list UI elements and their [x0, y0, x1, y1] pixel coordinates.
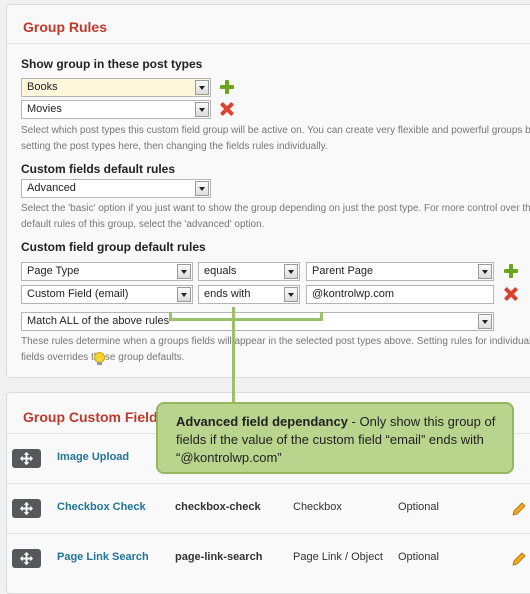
table-row: Checkbox Check checkbox-check Checkbox O…	[7, 483, 530, 534]
default-rules-description: Select the 'basic' option if you just wa…	[21, 203, 530, 230]
post-types-label: Show group in these post types	[21, 57, 203, 71]
chevron-down-icon	[284, 264, 298, 279]
chevron-down-icon	[177, 264, 191, 279]
chevron-down-icon	[195, 102, 209, 117]
callout-title: Advanced field dependancy	[176, 414, 348, 429]
table-row: Page Link Search page-link-search Page L…	[7, 533, 530, 584]
pencil-icon[interactable]	[512, 552, 526, 566]
remove-icon[interactable]	[504, 287, 518, 301]
move-icon[interactable]	[12, 549, 41, 568]
post-types-description: Select which post types this custom fiel…	[21, 125, 530, 152]
chevron-down-icon	[284, 287, 298, 302]
chevron-down-icon	[195, 80, 209, 95]
divider	[7, 43, 530, 44]
group-fields-title: Group Custom Fields	[23, 409, 166, 425]
rule-field-select[interactable]: Page Type	[21, 262, 193, 281]
field-name-link[interactable]: Image Upload	[57, 451, 129, 463]
default-rules-label: Custom fields default rules	[21, 162, 176, 176]
post-type-select-books[interactable]: Books	[21, 78, 211, 97]
remove-icon[interactable]	[220, 102, 234, 116]
field-name-link[interactable]: Checkbox Check	[57, 501, 146, 513]
move-icon[interactable]	[12, 449, 41, 468]
rule-value-select[interactable]: Parent Page	[306, 262, 494, 281]
rule-field-select[interactable]: Custom Field (email)	[21, 285, 193, 304]
rule-value-input[interactable]: @kontrolwp.com	[306, 285, 494, 304]
pencil-icon[interactable]	[512, 502, 526, 516]
post-type-select-movies[interactable]: Movies	[21, 100, 211, 119]
field-required: Optional	[398, 501, 439, 513]
group-default-rules-label: Custom field group default rules	[21, 240, 206, 254]
chevron-down-icon	[478, 264, 492, 279]
group-rules-title: Group Rules	[23, 19, 108, 35]
move-icon[interactable]	[12, 499, 41, 518]
field-required: Optional	[398, 551, 439, 563]
feature-callout: Advanced field dependancy - Only show th…	[156, 402, 514, 474]
callout-connector	[232, 307, 235, 403]
field-type: Page Link / Object	[293, 551, 383, 563]
field-key: page-link-search	[175, 551, 263, 563]
field-key: checkbox-check	[175, 501, 261, 513]
chevron-down-icon	[478, 314, 492, 329]
plus-icon[interactable]	[220, 80, 234, 94]
lightbulb-icon	[94, 352, 105, 365]
group-rules-panel: Group Rules Show group in these post typ…	[6, 4, 530, 378]
rule-operator-select[interactable]: equals	[198, 262, 300, 281]
chevron-down-icon	[177, 287, 191, 302]
field-type: Checkbox	[293, 501, 342, 513]
chevron-down-icon	[195, 181, 209, 196]
default-rules-select[interactable]: Advanced	[21, 179, 211, 198]
rule-operator-select[interactable]: ends with	[198, 285, 300, 304]
callout-connector	[169, 318, 323, 321]
plus-icon[interactable]	[504, 264, 518, 278]
match-rules-select[interactable]: Match ALL of the above rules	[21, 312, 494, 331]
field-name-link[interactable]: Page Link Search	[57, 551, 149, 563]
